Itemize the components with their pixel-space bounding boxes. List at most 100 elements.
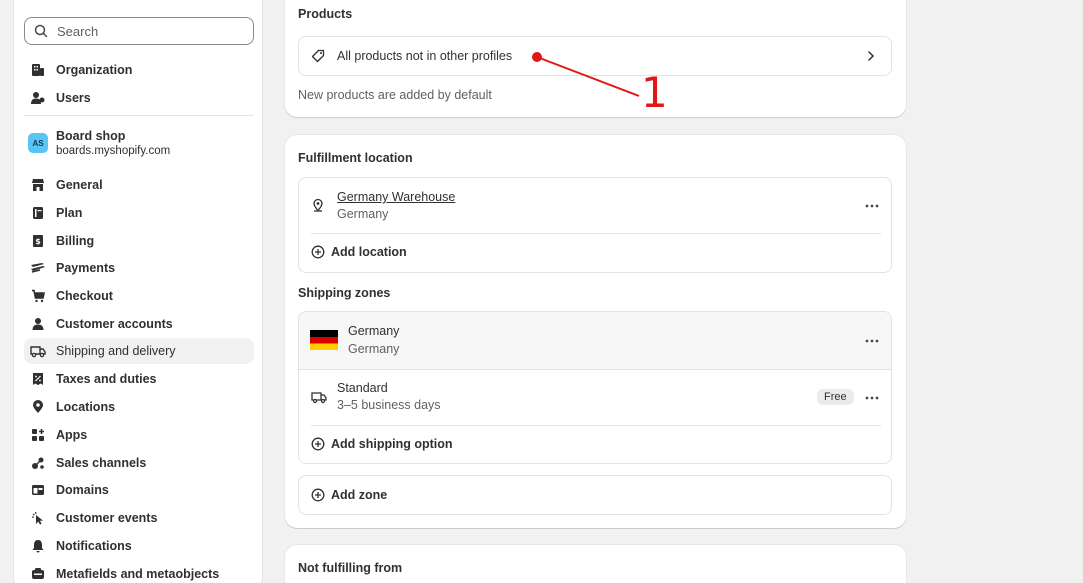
more-actions-icon[interactable] [864, 198, 880, 214]
store-icon [30, 177, 46, 193]
rate-price-badge: Free [817, 389, 854, 405]
billing-icon: $ [30, 233, 46, 249]
apps-icon [30, 427, 46, 443]
sidebar-item-label: Checkout [56, 289, 113, 303]
add-shipping-option-label: Add shipping option [331, 437, 453, 451]
plan-icon [30, 205, 46, 221]
payments-icon [30, 260, 46, 276]
sidebar-item-label: Organization [56, 63, 133, 77]
truck-icon [30, 343, 46, 359]
sidebar-item-label: Payments [56, 261, 116, 275]
sidebar-item-locations[interactable]: Locations [24, 394, 254, 420]
search-field[interactable] [24, 17, 254, 45]
sidebar-item-metafields[interactable]: Metafields and metaobjects [24, 561, 254, 583]
sidebar-item-sales-channels[interactable]: Sales channels [24, 450, 254, 476]
sidebar-item-label: Plan [56, 206, 83, 220]
annotation-number: 1 [641, 68, 668, 117]
sidebar-item-organization[interactable]: Organization [24, 57, 254, 83]
sidebar-item-label: Customer accounts [56, 317, 173, 331]
rate-name: Standard [337, 381, 388, 395]
sidebar-item-shipping[interactable]: Shipping and delivery [24, 338, 254, 364]
sidebar-item-customer-accounts[interactable]: Customer accounts [24, 311, 254, 337]
products-row[interactable]: All products not in other profiles [298, 36, 892, 76]
shipping-profile-card: Fulfillment location Germany Warehouse G… [285, 135, 906, 528]
sidebar-item-general[interactable]: General [24, 172, 254, 198]
plus-circle-icon [311, 437, 325, 451]
sidebar-item-apps[interactable]: Apps [24, 422, 254, 448]
tax-icon [30, 371, 46, 387]
not-fulfilling-title: Not fulfilling from [298, 561, 403, 575]
sidebar-item-label: Billing [56, 234, 95, 248]
zone-country: Germany [348, 342, 400, 356]
add-location-label: Add location [331, 245, 407, 259]
sidebar-item-payments[interactable]: Payments [24, 255, 254, 281]
metafield-icon [30, 566, 46, 582]
users-icon [30, 90, 46, 106]
location-pin-icon [311, 198, 325, 212]
rate-delivery-time: 3–5 business days [337, 398, 441, 412]
sidebar-item-label: Metafields and metaobjects [56, 567, 220, 581]
sidebar-item-label: General [56, 178, 103, 192]
fulfillment-title: Fulfillment location [298, 151, 413, 165]
products-row-label: All products not in other profiles [337, 49, 513, 63]
zone-header-divider [299, 369, 891, 370]
shop-domain: boards.myshopify.com [56, 145, 171, 157]
sidebar-item-label: Apps [56, 428, 88, 442]
zone-box: Germany Germany Standard 3–5 business da… [298, 311, 892, 464]
add-location-button[interactable]: Add location [311, 245, 407, 259]
person-icon [30, 316, 46, 332]
shop-switcher[interactable]: AS Board shop boards.myshopify.com [28, 129, 170, 157]
more-actions-icon[interactable] [864, 390, 880, 406]
sidebar-item-users[interactable]: Users [24, 85, 254, 111]
add-zone-label: Add zone [331, 488, 388, 502]
products-card: Products All products not in other profi… [285, 0, 906, 117]
sidebar-item-label: Sales channels [56, 456, 147, 470]
rate-divider [311, 425, 881, 426]
svg-text:$: $ [35, 237, 41, 246]
sidebar-item-label: Notifications [56, 539, 132, 553]
cart-icon [30, 288, 46, 304]
sidebar-item-label: Locations [56, 400, 116, 414]
germany-flag-icon [310, 330, 338, 350]
add-shipping-option-button[interactable]: Add shipping option [311, 437, 453, 451]
add-zone-button[interactable]: Add zone [298, 475, 892, 515]
search-input[interactable] [57, 23, 237, 39]
more-actions-icon[interactable] [864, 333, 880, 349]
location-country: Germany [337, 207, 389, 221]
bell-icon [30, 538, 46, 554]
shipping-zones-title: Shipping zones [298, 286, 391, 300]
channels-icon [30, 455, 46, 471]
truck-icon [311, 390, 327, 404]
sidebar-item-domains[interactable]: Domains [24, 477, 254, 503]
building-icon [30, 62, 46, 78]
zone-name: Germany [348, 324, 400, 338]
zone-header[interactable] [299, 312, 891, 369]
products-note: New products are added by default [298, 88, 492, 102]
chevron-right-icon[interactable] [865, 49, 877, 63]
shop-name: Board shop [56, 129, 126, 143]
sidebar-item-checkout[interactable]: Checkout [24, 283, 254, 309]
avatar: AS [28, 133, 48, 153]
sidebar-item-label: Customer events [56, 511, 158, 525]
globe-icon [30, 482, 46, 498]
not-fulfilling-card: Not fulfilling from [285, 545, 906, 583]
sidebar-item-plan[interactable]: Plan [24, 200, 254, 226]
sidebar-item-label: Users [56, 91, 91, 105]
cursor-icon [30, 510, 46, 526]
sidebar-divider [24, 115, 254, 116]
search-icon [33, 23, 49, 39]
sidebar-item-billing[interactable]: $ Billing [24, 228, 254, 254]
sidebar-item-notifications[interactable]: Notifications [24, 533, 254, 559]
fulfillment-box: Germany Warehouse Germany Add location [298, 177, 892, 273]
plus-circle-icon [311, 488, 325, 502]
fulfillment-divider [311, 233, 881, 234]
sidebar-item-label: Taxes and duties [56, 372, 157, 386]
location-icon [30, 399, 46, 415]
plus-circle-icon [311, 245, 325, 259]
location-name-link[interactable]: Germany Warehouse [337, 190, 455, 204]
sidebar-item-customer-events[interactable]: Customer events [24, 505, 254, 531]
tag-icon [311, 49, 325, 63]
settings-sidebar: Organization Users AS Board shop boards.… [13, 0, 263, 583]
sidebar-item-taxes[interactable]: Taxes and duties [24, 366, 254, 392]
sidebar-item-label: Domains [56, 483, 109, 497]
